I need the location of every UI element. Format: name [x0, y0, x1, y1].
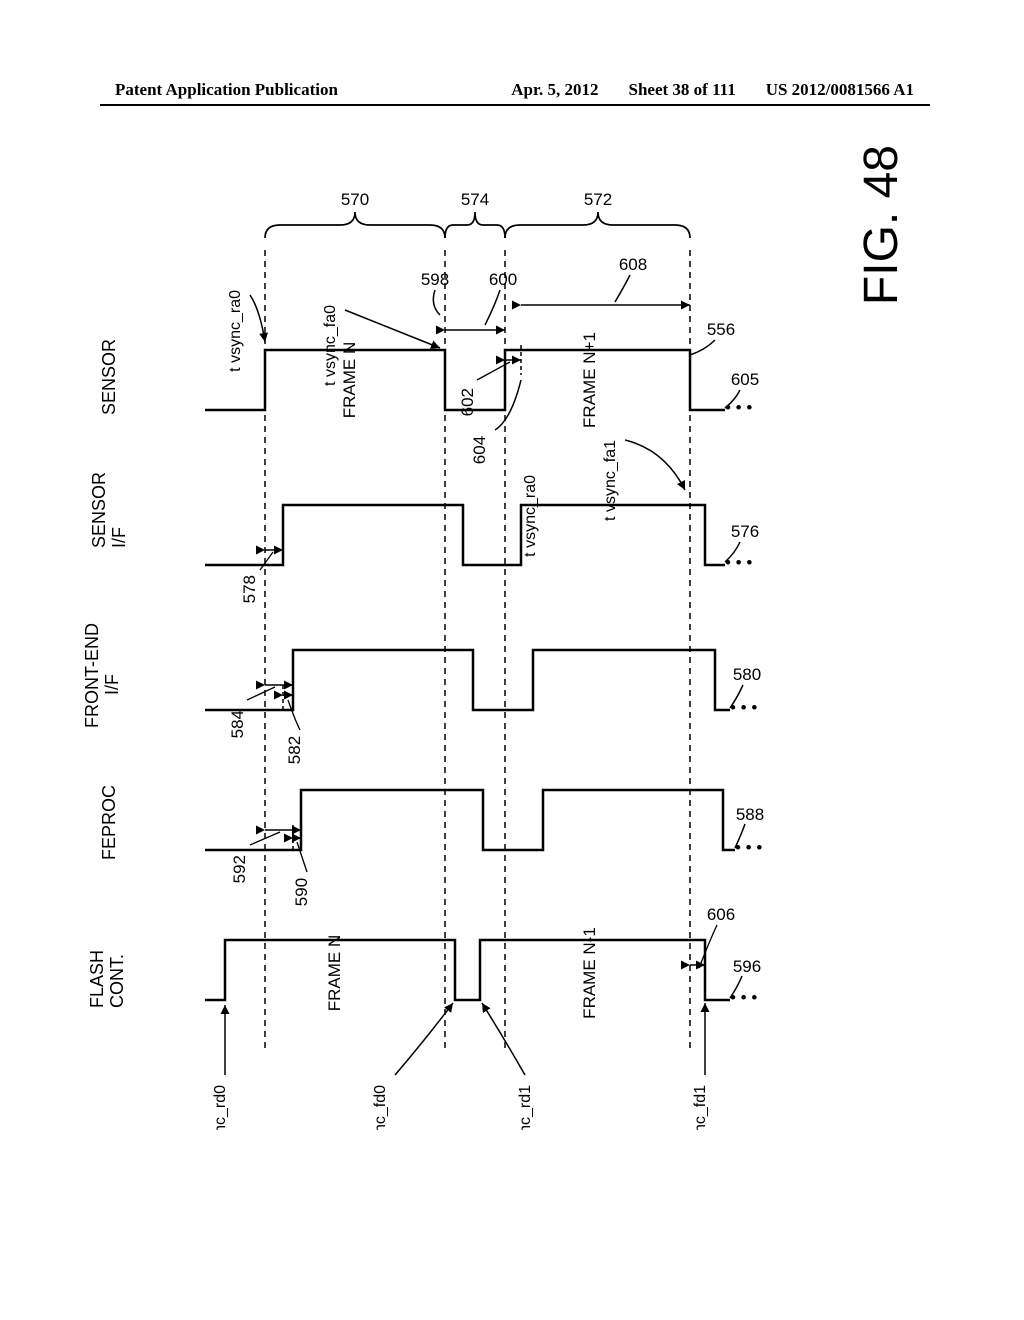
tvsync-ra0-mid: t vsync_ra0	[522, 475, 539, 557]
ref-574: 574	[461, 190, 489, 209]
header-sheet: Sheet 38 of 111	[629, 80, 736, 100]
ref-572: 572	[584, 190, 612, 209]
row-flash-label2: CONT.	[107, 954, 127, 1008]
row-sensorif-label1: SENSOR	[89, 472, 109, 548]
feproc-waveform: • • • FEPROC	[99, 785, 762, 860]
timing-diagram: 570 574 572 • • • SENSOR FRAME N FRAME N…	[85, 130, 855, 1130]
frame-n-sensor: FRAME N	[340, 342, 359, 419]
frame-n1-sensor: FRAME N+1	[580, 332, 599, 428]
frontend-if-waveform: • • • FRONT-END I/F	[85, 623, 757, 728]
ref-602: 602	[458, 388, 477, 416]
flash-waveform: • • • FLASH CONT. FRAME N FRAME N-1	[87, 927, 757, 1019]
tvsync-fa0: t vsync_fa0	[322, 305, 339, 386]
svg-text:• • •: • • •	[725, 398, 752, 417]
sensor-waveform: • • • SENSOR FRAME N FRAME N+1	[99, 332, 752, 428]
row-flash-label1: FLASH	[87, 950, 107, 1008]
figure-label: FIG. 48	[854, 145, 909, 305]
row-sensor-label: SENSOR	[99, 339, 119, 415]
ref-590: 590	[292, 878, 311, 906]
ref-576: 576	[731, 522, 759, 541]
ref-596: 596	[733, 957, 761, 976]
ref-598: 598	[421, 270, 449, 289]
ref-604: 604	[470, 436, 489, 464]
svg-text:• • •: • • •	[735, 838, 762, 857]
ref-608: 608	[619, 255, 647, 274]
ref-580: 580	[733, 665, 761, 684]
ref-582: 582	[285, 736, 304, 764]
svg-text:• • •: • • •	[725, 553, 752, 572]
header-left: Patent Application Publication	[115, 80, 338, 100]
ref-592: 592	[230, 855, 249, 883]
ref-578: 578	[240, 575, 259, 603]
ref-605: 605	[731, 370, 759, 389]
ref-588: 588	[736, 805, 764, 824]
tvsync-fd1: t vsync_fd1	[692, 1085, 709, 1130]
ref-600: 600	[489, 270, 517, 289]
header-rule	[100, 104, 930, 106]
header-date: Apr. 5, 2012	[511, 80, 598, 100]
ref-556: 556	[707, 320, 735, 339]
tvsync-fa1: t vsync_fa1	[602, 440, 619, 521]
page-header: Patent Application Publication Apr. 5, 2…	[0, 80, 1024, 100]
header-pubnum: US 2012/0081566 A1	[766, 80, 914, 100]
row-sensorif-label2: I/F	[109, 527, 129, 548]
ref-606: 606	[707, 905, 735, 924]
ref-570: 570	[341, 190, 369, 209]
sensor-if-waveform: • • • SENSOR I/F	[89, 472, 752, 572]
row-frontend-label2: I/F	[102, 674, 122, 695]
frame-n-flash: FRAME N	[325, 935, 344, 1012]
ref-584: 584	[228, 710, 247, 738]
tvsync-rd1: t vsync_rd1	[517, 1085, 534, 1130]
frame-nm1-flash: FRAME N-1	[580, 927, 599, 1019]
row-feproc-label: FEPROC	[99, 785, 119, 860]
tvsync-fd0: t vsync_fd0	[372, 1085, 389, 1130]
tvsync-rd0: t vsync_rd0	[212, 1085, 229, 1130]
tvsync-ra0-left: t vsync_ra0	[227, 290, 244, 372]
row-frontend-label1: FRONT-END	[85, 623, 102, 728]
